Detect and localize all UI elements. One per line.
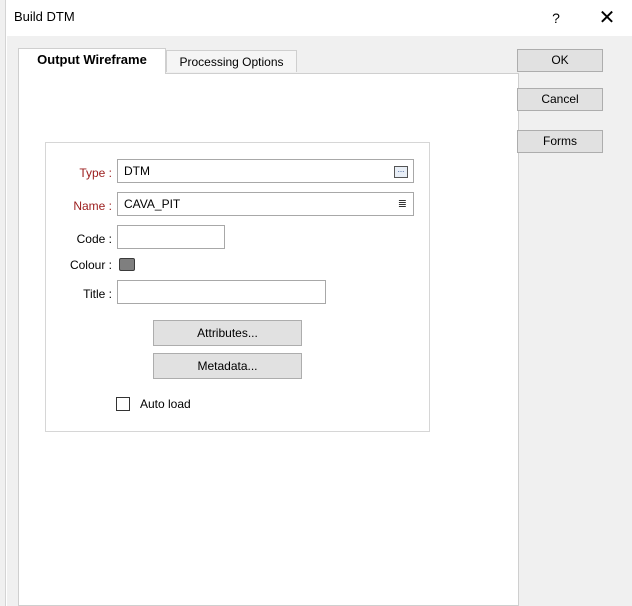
attributes-button[interactable]: Attributes... [153,320,302,346]
tab-panel: Type : DTM ... Name : CAVA_PIT ≣ Code : … [18,73,519,606]
output-group-box: Type : DTM ... Name : CAVA_PIT ≣ Code : … [45,142,430,432]
tab-output-wireframe[interactable]: Output Wireframe [18,48,166,74]
help-icon[interactable]: ? [544,6,568,30]
metadata-button[interactable]: Metadata... [153,353,302,379]
autoload-label: Auto load [140,397,191,411]
ok-button[interactable]: OK [517,49,603,72]
colour-swatch[interactable] [119,258,135,271]
window-title: Build DTM [14,9,75,24]
type-label: Type : [79,166,112,180]
name-field[interactable]: CAVA_PIT ≣ [117,192,414,216]
autoload-checkbox[interactable] [116,397,130,411]
type-field[interactable]: DTM ... [117,159,414,183]
window-left-edge [0,0,6,606]
close-icon[interactable]: ✕ [592,4,622,32]
name-label: Name : [73,199,112,213]
list-icon[interactable]: ≣ [398,193,407,215]
title-field[interactable] [117,280,326,304]
colour-label: Colour : [69,258,112,272]
dialog-body: Output Wireframe Processing Options Type… [7,36,632,606]
browse-icon[interactable]: ... [394,166,408,178]
code-field[interactable] [117,225,225,249]
title-bar: Build DTM ? ✕ [6,0,632,36]
forms-button[interactable]: Forms [517,130,603,153]
type-value: DTM [124,164,150,178]
name-value: CAVA_PIT [124,197,181,211]
code-label: Code : [76,232,112,246]
cancel-button[interactable]: Cancel [517,88,603,111]
title-label: Title : [83,287,112,301]
tab-processing-options[interactable]: Processing Options [166,50,297,72]
